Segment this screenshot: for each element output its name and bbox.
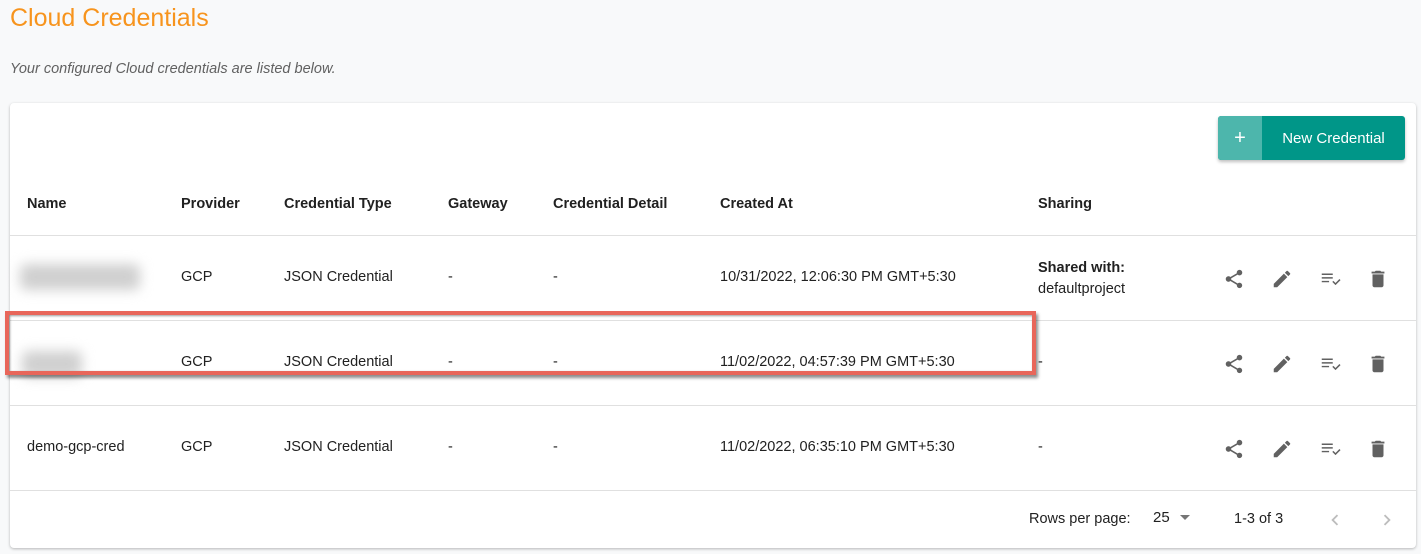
rows-per-page-select[interactable]: 25 xyxy=(1153,509,1190,526)
provider-cell: GCP xyxy=(181,269,213,285)
type-cell: JSON Credential xyxy=(284,439,393,455)
detail-cell: - xyxy=(553,269,558,285)
delete-button[interactable] xyxy=(1354,348,1402,380)
caret-down-icon xyxy=(1179,515,1190,520)
sharing-cell: Shared with: defaultproject xyxy=(1038,258,1125,300)
shared-with-value: defaultproject xyxy=(1038,281,1126,297)
type-cell: JSON Credential xyxy=(284,354,393,370)
share-button[interactable] xyxy=(1210,263,1258,295)
new-credential-button[interactable]: + New Credential xyxy=(1218,116,1405,160)
shared-with-label: Shared with: xyxy=(1038,260,1126,276)
created-cell: 11/02/2022, 04:57:39 PM GMT+5:30 xyxy=(720,354,955,370)
column-header-gateway[interactable]: Gateway xyxy=(448,196,508,212)
name-cell: demo-gcp-cred xyxy=(27,439,125,455)
credentials-card: + New Credential Name Provider Credentia… xyxy=(10,103,1416,548)
delete-button[interactable] xyxy=(1354,433,1402,465)
delete-icon xyxy=(1371,355,1385,373)
type-cell: JSON Credential xyxy=(284,269,393,285)
details-button[interactable] xyxy=(1306,433,1354,465)
details-button[interactable] xyxy=(1306,263,1354,295)
plus-icon: + xyxy=(1218,116,1262,160)
delete-icon xyxy=(1371,270,1385,288)
edit-button[interactable] xyxy=(1258,263,1306,295)
share-icon xyxy=(1225,354,1243,374)
share-button[interactable] xyxy=(1210,348,1258,380)
page-subtitle: Your configured Cloud credentials are li… xyxy=(10,61,336,77)
name-cell-blurred xyxy=(20,264,140,290)
chevron-left-icon xyxy=(1331,514,1339,526)
edit-button[interactable] xyxy=(1258,433,1306,465)
sharing-cell: - xyxy=(1038,439,1043,455)
row-actions xyxy=(1210,348,1402,380)
row-actions xyxy=(1210,263,1402,295)
pagination-range: 1-3 of 3 xyxy=(1234,511,1284,527)
table-row: GCP JSON Credential - - 10/31/2022, 12:0… xyxy=(10,236,1416,321)
detail-cell: - xyxy=(553,439,558,455)
table-row: demo-gcp-cred GCP JSON Credential - - 11… xyxy=(10,406,1416,491)
previous-page-button[interactable] xyxy=(1320,505,1350,535)
delete-icon xyxy=(1371,440,1385,458)
provider-cell: GCP xyxy=(181,354,213,370)
column-header-name[interactable]: Name xyxy=(27,196,67,212)
gateway-cell: - xyxy=(448,439,453,455)
column-header-created-at[interactable]: Created At xyxy=(720,196,793,212)
next-page-button[interactable] xyxy=(1372,505,1402,535)
checklist-icon xyxy=(1321,358,1341,371)
column-header-provider[interactable]: Provider xyxy=(181,196,240,212)
column-header-credential-detail[interactable]: Credential Detail xyxy=(553,196,667,212)
table-pagination: Rows per page: 25 1-3 of 3 xyxy=(10,491,1416,548)
edit-icon xyxy=(1273,270,1291,288)
share-icon xyxy=(1225,269,1243,289)
table-row: GCP JSON Credential - - 11/02/2022, 04:5… xyxy=(10,321,1416,406)
created-cell: 10/31/2022, 12:06:30 PM GMT+5:30 xyxy=(720,269,956,285)
chevron-right-icon xyxy=(1383,514,1391,526)
gateway-cell: - xyxy=(448,269,453,285)
gateway-cell: - xyxy=(448,354,453,370)
detail-cell: - xyxy=(553,354,558,370)
rows-per-page-label: Rows per page: xyxy=(1029,511,1131,527)
edit-button[interactable] xyxy=(1258,348,1306,380)
new-credential-label: New Credential xyxy=(1282,129,1385,147)
edit-icon xyxy=(1273,440,1291,458)
edit-icon xyxy=(1273,355,1291,373)
column-header-sharing[interactable]: Sharing xyxy=(1038,196,1092,212)
checklist-icon xyxy=(1321,273,1341,286)
share-button[interactable] xyxy=(1210,433,1258,465)
share-icon xyxy=(1225,439,1243,459)
delete-button[interactable] xyxy=(1354,263,1402,295)
table-header: Name Provider Credential Type Gateway Cr… xyxy=(10,168,1416,236)
created-cell: 11/02/2022, 06:35:10 PM GMT+5:30 xyxy=(720,439,955,455)
details-button[interactable] xyxy=(1306,348,1354,380)
page-title: Cloud Credentials xyxy=(10,4,209,32)
row-actions xyxy=(1210,433,1402,465)
rows-per-page-value: 25 xyxy=(1153,509,1170,526)
sharing-cell: - xyxy=(1038,354,1043,370)
column-header-credential-type[interactable]: Credential Type xyxy=(284,196,392,212)
name-cell-blurred xyxy=(22,351,82,377)
provider-cell: GCP xyxy=(181,439,213,455)
checklist-icon xyxy=(1321,443,1341,456)
